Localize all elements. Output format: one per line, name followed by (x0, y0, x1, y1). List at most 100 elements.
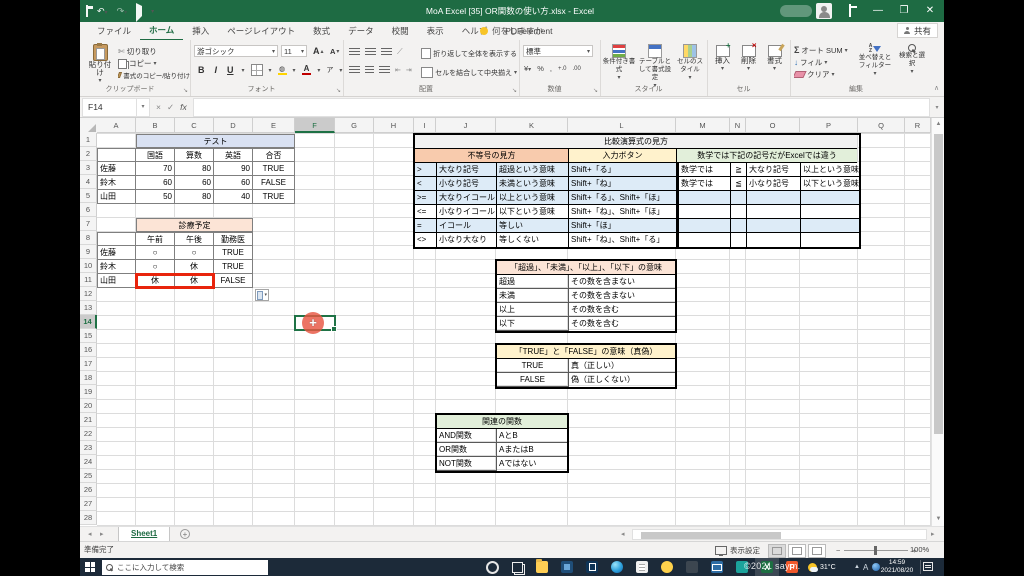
decrease-decimal-button[interactable]: .00 (572, 66, 580, 72)
merge-center-button[interactable]: セルを結合して中央揃え ▾ (421, 67, 517, 78)
table-cell[interactable]: Shift+「ね」、Shift+「る」 (569, 233, 677, 247)
decrease-indent-icon[interactable]: ⇤ (395, 66, 401, 74)
name-box[interactable]: F14 (82, 97, 137, 117)
table-cell[interactable]: 以下という意味 (497, 205, 569, 219)
section-header[interactable]: 数学では下記の記号だがExcelでは違う (677, 149, 857, 163)
table-cell[interactable]: AとB (497, 429, 567, 443)
zoom-slider[interactable] (844, 545, 909, 555)
taskbar-icon-task-view[interactable] (505, 558, 529, 576)
table-cell[interactable]: 大なりイコール (437, 191, 497, 205)
fill-handle[interactable] (331, 326, 337, 332)
collapse-ribbon-button[interactable]: ∧ (934, 84, 939, 92)
customize-qat-button[interactable]: ▾ (151, 8, 154, 15)
find-select-button[interactable]: 検索と選択 ▾ (896, 44, 928, 76)
shrink-font-button[interactable]: A ▾ (328, 47, 339, 56)
add-sheet-button[interactable]: + (180, 529, 190, 539)
table-cell[interactable] (747, 233, 801, 247)
table-cell[interactable]: AND関数 (437, 429, 497, 443)
horizontal-scrollbar[interactable] (632, 529, 927, 540)
row-header-23[interactable]: 23 (80, 441, 97, 455)
align-top-icon[interactable] (349, 48, 360, 56)
table-cell[interactable]: 以下 (497, 317, 569, 331)
table-cell[interactable]: TRUE (214, 260, 253, 274)
sort-filter-button[interactable]: AZ 並べ替えとフィルター ▾ (856, 44, 894, 78)
table-cell[interactable]: Shift+「る」 (569, 163, 677, 177)
row-header-14[interactable]: 14 (80, 315, 97, 329)
table-cell[interactable]: Shift+「る」、Shift+「ほ」 (569, 191, 677, 205)
table-cell[interactable]: 山田 (97, 274, 136, 288)
row-header-18[interactable]: 18 (80, 371, 97, 385)
align-center-icon[interactable] (365, 66, 374, 74)
select-all-corner[interactable] (80, 118, 98, 134)
column-header-M[interactable]: M (676, 118, 730, 133)
taskbar-icon-file-explorer[interactable] (530, 558, 554, 576)
table-cell[interactable]: >= (415, 191, 437, 205)
table-cell[interactable] (801, 219, 859, 233)
alignment-dialog-launcher[interactable]: ↘ (512, 87, 517, 94)
hscroll-right-icon[interactable]: ▸ (931, 527, 935, 542)
hscroll-left-icon[interactable]: ◂ (621, 527, 625, 542)
table-cell[interactable] (801, 205, 859, 219)
zoom-out-icon[interactable]: − (836, 546, 840, 555)
tab-ページレイアウト[interactable]: ページレイアウト (218, 22, 304, 40)
number-dialog-launcher[interactable]: ↘ (593, 87, 598, 94)
column-header-R[interactable]: R (905, 118, 931, 133)
taskbar-icon-photos[interactable] (555, 558, 579, 576)
row-header-15[interactable]: 15 (80, 329, 97, 343)
table-cell[interactable]: <> (415, 233, 437, 247)
column-header-H[interactable]: H (374, 118, 414, 133)
column-header-I[interactable]: I (414, 118, 436, 133)
row-header-4[interactable]: 4 (80, 175, 97, 189)
undo-button[interactable]: ↶▾ (97, 6, 108, 17)
table-cell[interactable]: 英語 (214, 148, 253, 162)
table-cell[interactable]: ○ (136, 260, 175, 274)
insert-cells-button[interactable]: 挿入▾ (710, 42, 735, 73)
ime-indicator[interactable]: A (863, 563, 868, 572)
taskbar-icon-cortana[interactable] (480, 558, 504, 576)
table-cell[interactable] (97, 218, 136, 232)
table-cell[interactable]: 90 (214, 162, 253, 176)
column-header-E[interactable]: E (253, 118, 295, 133)
column-header-C[interactable]: C (175, 118, 214, 133)
row-header-19[interactable]: 19 (80, 385, 97, 399)
vertical-scroll-thumb[interactable] (934, 134, 943, 434)
row-header-8[interactable]: 8 (80, 231, 97, 245)
row-header-1[interactable]: 1 (80, 133, 97, 147)
table-cell[interactable]: 小なり記号 (747, 177, 801, 191)
currency-format-button[interactable]: ¥▾ (524, 64, 531, 73)
table-cell[interactable]: TRUE (253, 190, 295, 204)
table-cell[interactable]: ○ (175, 246, 214, 260)
conditional-formatting-button[interactable]: 条件付き書式 ▾ (602, 44, 636, 82)
table-cell[interactable]: 大なり記号 (437, 163, 497, 177)
page-break-view-button[interactable] (808, 544, 826, 558)
paste-options-button[interactable]: ▾ (255, 289, 269, 301)
table-cell[interactable]: 超過という意味 (497, 163, 569, 177)
table-cell[interactable]: FALSE (214, 274, 253, 288)
tab-ホーム[interactable]: ホーム (140, 21, 184, 41)
table-cell[interactable]: 80 (175, 162, 214, 176)
column-header-P[interactable]: P (800, 118, 858, 133)
table-cell[interactable] (747, 219, 801, 233)
orientation-icon[interactable]: ⟋ (397, 47, 403, 57)
table-cell[interactable]: 60 (214, 176, 253, 190)
row-header-26[interactable]: 26 (80, 483, 97, 497)
table-cell[interactable]: 真（正しい） (569, 359, 675, 373)
hidden-icons-chevron[interactable]: ▲ (854, 564, 860, 570)
table-cell[interactable] (97, 134, 136, 148)
row-header-12[interactable]: 12 (80, 287, 97, 301)
table-cell[interactable]: 80 (175, 190, 214, 204)
row-header-20[interactable]: 20 (80, 399, 97, 413)
enter-entry-icon[interactable]: ✓ (167, 102, 174, 113)
clinic-table-title[interactable]: 診療予定 (136, 218, 253, 232)
table-cell[interactable]: 佐藤 (97, 246, 136, 260)
phonetic-guide-button[interactable]: ア (326, 65, 333, 75)
font-size-combo[interactable]: 11 ▾ (281, 45, 307, 57)
increase-decimal-button[interactable]: +.0 (558, 66, 567, 72)
taskbar-icon-document[interactable] (630, 558, 654, 576)
underline-dropdown[interactable]: ▾ (242, 67, 245, 74)
table-cell[interactable] (731, 191, 747, 205)
cut-button[interactable]: ✄ 切り取り (118, 46, 188, 57)
save-icon[interactable] (86, 5, 88, 17)
display-settings-button[interactable]: 表示設定 (715, 542, 760, 558)
table-cell[interactable] (97, 148, 136, 162)
